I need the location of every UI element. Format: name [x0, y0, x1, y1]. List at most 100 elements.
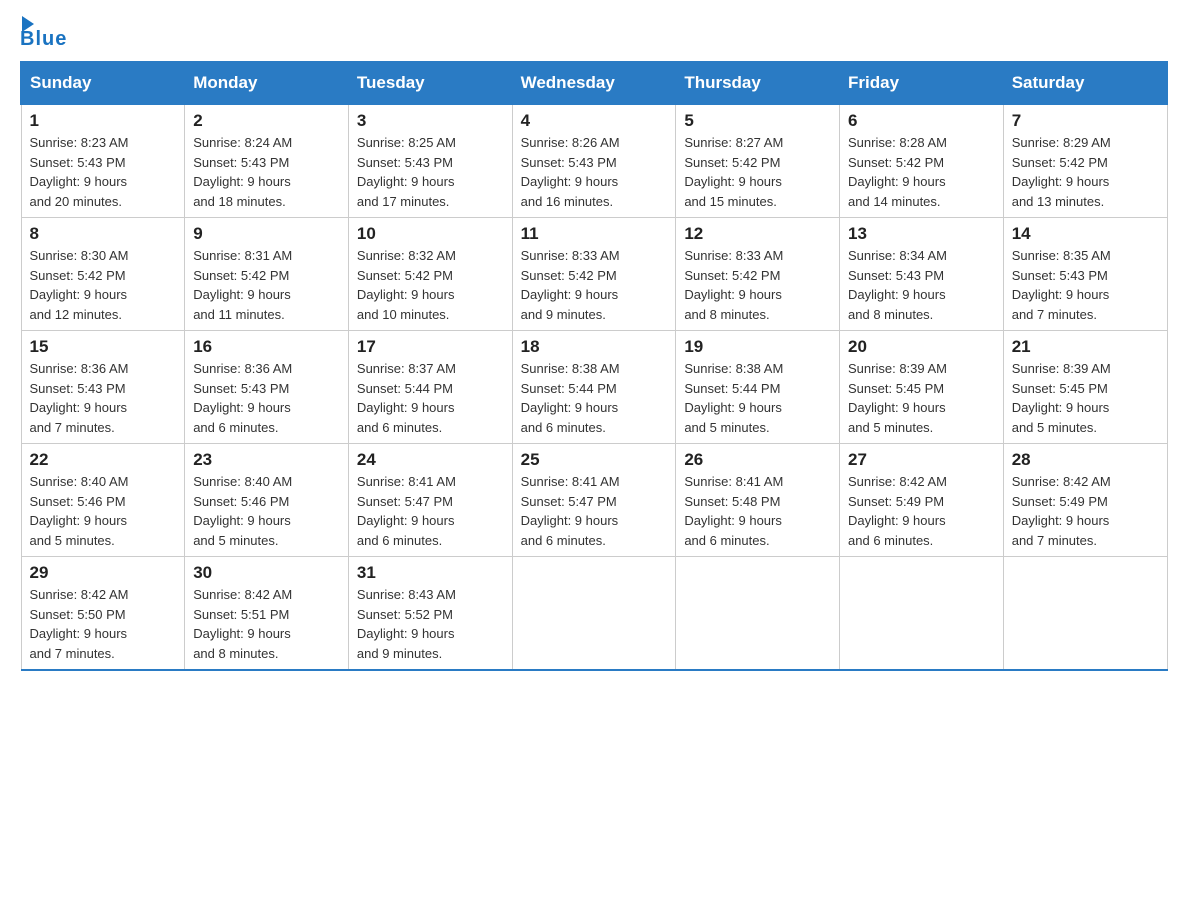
- day-info: Sunrise: 8:27 AMSunset: 5:42 PMDaylight:…: [684, 133, 831, 211]
- calendar-day-cell: 25 Sunrise: 8:41 AMSunset: 5:47 PMDaylig…: [512, 444, 676, 557]
- day-number: 14: [1012, 224, 1159, 244]
- calendar-day-cell: 1 Sunrise: 8:23 AMSunset: 5:43 PMDayligh…: [21, 104, 185, 218]
- calendar-day-cell: 2 Sunrise: 8:24 AMSunset: 5:43 PMDayligh…: [185, 104, 349, 218]
- day-info: Sunrise: 8:40 AMSunset: 5:46 PMDaylight:…: [30, 472, 177, 550]
- logo: Blue: [20, 20, 67, 51]
- calendar-day-cell: 13 Sunrise: 8:34 AMSunset: 5:43 PMDaylig…: [840, 218, 1004, 331]
- day-number: 10: [357, 224, 504, 244]
- day-info: Sunrise: 8:40 AMSunset: 5:46 PMDaylight:…: [193, 472, 340, 550]
- day-number: 16: [193, 337, 340, 357]
- day-number: 29: [30, 563, 177, 583]
- day-number: 18: [521, 337, 668, 357]
- calendar-week-row: 8 Sunrise: 8:30 AMSunset: 5:42 PMDayligh…: [21, 218, 1167, 331]
- day-number: 1: [30, 111, 177, 131]
- day-number: 17: [357, 337, 504, 357]
- day-number: 22: [30, 450, 177, 470]
- calendar-header-row: SundayMondayTuesdayWednesdayThursdayFrid…: [21, 62, 1167, 104]
- calendar-day-cell: 7 Sunrise: 8:29 AMSunset: 5:42 PMDayligh…: [1003, 104, 1167, 218]
- day-info: Sunrise: 8:32 AMSunset: 5:42 PMDaylight:…: [357, 246, 504, 324]
- calendar-day-cell: 21 Sunrise: 8:39 AMSunset: 5:45 PMDaylig…: [1003, 331, 1167, 444]
- day-info: Sunrise: 8:29 AMSunset: 5:42 PMDaylight:…: [1012, 133, 1159, 211]
- day-of-week-header: Sunday: [21, 62, 185, 104]
- day-of-week-header: Wednesday: [512, 62, 676, 104]
- day-number: 2: [193, 111, 340, 131]
- day-info: Sunrise: 8:33 AMSunset: 5:42 PMDaylight:…: [684, 246, 831, 324]
- day-number: 25: [521, 450, 668, 470]
- day-of-week-header: Tuesday: [348, 62, 512, 104]
- calendar-day-cell: 15 Sunrise: 8:36 AMSunset: 5:43 PMDaylig…: [21, 331, 185, 444]
- day-info: Sunrise: 8:34 AMSunset: 5:43 PMDaylight:…: [848, 246, 995, 324]
- calendar-day-cell: 9 Sunrise: 8:31 AMSunset: 5:42 PMDayligh…: [185, 218, 349, 331]
- day-number: 31: [357, 563, 504, 583]
- day-number: 23: [193, 450, 340, 470]
- day-number: 26: [684, 450, 831, 470]
- calendar-day-cell: 8 Sunrise: 8:30 AMSunset: 5:42 PMDayligh…: [21, 218, 185, 331]
- day-info: Sunrise: 8:30 AMSunset: 5:42 PMDaylight:…: [30, 246, 177, 324]
- day-info: Sunrise: 8:38 AMSunset: 5:44 PMDaylight:…: [521, 359, 668, 437]
- day-of-week-header: Monday: [185, 62, 349, 104]
- day-info: Sunrise: 8:37 AMSunset: 5:44 PMDaylight:…: [357, 359, 504, 437]
- day-number: 24: [357, 450, 504, 470]
- calendar-week-row: 29 Sunrise: 8:42 AMSunset: 5:50 PMDaylig…: [21, 557, 1167, 671]
- calendar-day-cell: 18 Sunrise: 8:38 AMSunset: 5:44 PMDaylig…: [512, 331, 676, 444]
- day-info: Sunrise: 8:43 AMSunset: 5:52 PMDaylight:…: [357, 585, 504, 663]
- day-of-week-header: Saturday: [1003, 62, 1167, 104]
- calendar-day-cell: 17 Sunrise: 8:37 AMSunset: 5:44 PMDaylig…: [348, 331, 512, 444]
- day-number: 20: [848, 337, 995, 357]
- calendar-day-cell: 10 Sunrise: 8:32 AMSunset: 5:42 PMDaylig…: [348, 218, 512, 331]
- day-info: Sunrise: 8:31 AMSunset: 5:42 PMDaylight:…: [193, 246, 340, 324]
- calendar-week-row: 22 Sunrise: 8:40 AMSunset: 5:46 PMDaylig…: [21, 444, 1167, 557]
- day-info: Sunrise: 8:26 AMSunset: 5:43 PMDaylight:…: [521, 133, 668, 211]
- day-info: Sunrise: 8:28 AMSunset: 5:42 PMDaylight:…: [848, 133, 995, 211]
- calendar-day-cell: 3 Sunrise: 8:25 AMSunset: 5:43 PMDayligh…: [348, 104, 512, 218]
- day-info: Sunrise: 8:35 AMSunset: 5:43 PMDaylight:…: [1012, 246, 1159, 324]
- calendar-day-cell: 12 Sunrise: 8:33 AMSunset: 5:42 PMDaylig…: [676, 218, 840, 331]
- day-info: Sunrise: 8:39 AMSunset: 5:45 PMDaylight:…: [848, 359, 995, 437]
- day-info: Sunrise: 8:42 AMSunset: 5:51 PMDaylight:…: [193, 585, 340, 663]
- day-info: Sunrise: 8:42 AMSunset: 5:49 PMDaylight:…: [1012, 472, 1159, 550]
- calendar-day-cell: 26 Sunrise: 8:41 AMSunset: 5:48 PMDaylig…: [676, 444, 840, 557]
- day-number: 3: [357, 111, 504, 131]
- day-info: Sunrise: 8:25 AMSunset: 5:43 PMDaylight:…: [357, 133, 504, 211]
- day-info: Sunrise: 8:41 AMSunset: 5:48 PMDaylight:…: [684, 472, 831, 550]
- day-number: 27: [848, 450, 995, 470]
- day-number: 15: [30, 337, 177, 357]
- day-info: Sunrise: 8:41 AMSunset: 5:47 PMDaylight:…: [521, 472, 668, 550]
- calendar-day-cell: 27 Sunrise: 8:42 AMSunset: 5:49 PMDaylig…: [840, 444, 1004, 557]
- day-info: Sunrise: 8:24 AMSunset: 5:43 PMDaylight:…: [193, 133, 340, 211]
- calendar-day-cell: 6 Sunrise: 8:28 AMSunset: 5:42 PMDayligh…: [840, 104, 1004, 218]
- calendar-day-cell: 16 Sunrise: 8:36 AMSunset: 5:43 PMDaylig…: [185, 331, 349, 444]
- day-info: Sunrise: 8:36 AMSunset: 5:43 PMDaylight:…: [193, 359, 340, 437]
- day-number: 8: [30, 224, 177, 244]
- calendar-day-cell: 29 Sunrise: 8:42 AMSunset: 5:50 PMDaylig…: [21, 557, 185, 671]
- day-info: Sunrise: 8:23 AMSunset: 5:43 PMDaylight:…: [30, 133, 177, 211]
- calendar-day-cell: 22 Sunrise: 8:40 AMSunset: 5:46 PMDaylig…: [21, 444, 185, 557]
- day-info: Sunrise: 8:38 AMSunset: 5:44 PMDaylight:…: [684, 359, 831, 437]
- logo-underline: Blue: [20, 28, 67, 51]
- day-number: 11: [521, 224, 668, 244]
- calendar-day-cell: [676, 557, 840, 671]
- day-number: 5: [684, 111, 831, 131]
- page-header: Blue: [20, 20, 1168, 51]
- calendar-day-cell: 20 Sunrise: 8:39 AMSunset: 5:45 PMDaylig…: [840, 331, 1004, 444]
- day-info: Sunrise: 8:42 AMSunset: 5:49 PMDaylight:…: [848, 472, 995, 550]
- day-number: 6: [848, 111, 995, 131]
- day-number: 9: [193, 224, 340, 244]
- calendar-day-cell: 24 Sunrise: 8:41 AMSunset: 5:47 PMDaylig…: [348, 444, 512, 557]
- calendar-day-cell: 14 Sunrise: 8:35 AMSunset: 5:43 PMDaylig…: [1003, 218, 1167, 331]
- day-number: 13: [848, 224, 995, 244]
- day-of-week-header: Friday: [840, 62, 1004, 104]
- calendar-day-cell: [512, 557, 676, 671]
- day-number: 28: [1012, 450, 1159, 470]
- day-info: Sunrise: 8:41 AMSunset: 5:47 PMDaylight:…: [357, 472, 504, 550]
- calendar-day-cell: 28 Sunrise: 8:42 AMSunset: 5:49 PMDaylig…: [1003, 444, 1167, 557]
- day-number: 7: [1012, 111, 1159, 131]
- day-info: Sunrise: 8:39 AMSunset: 5:45 PMDaylight:…: [1012, 359, 1159, 437]
- day-number: 12: [684, 224, 831, 244]
- day-number: 4: [521, 111, 668, 131]
- calendar-day-cell: 23 Sunrise: 8:40 AMSunset: 5:46 PMDaylig…: [185, 444, 349, 557]
- calendar-table: SundayMondayTuesdayWednesdayThursdayFrid…: [20, 61, 1168, 671]
- day-info: Sunrise: 8:36 AMSunset: 5:43 PMDaylight:…: [30, 359, 177, 437]
- calendar-day-cell: [1003, 557, 1167, 671]
- calendar-day-cell: 5 Sunrise: 8:27 AMSunset: 5:42 PMDayligh…: [676, 104, 840, 218]
